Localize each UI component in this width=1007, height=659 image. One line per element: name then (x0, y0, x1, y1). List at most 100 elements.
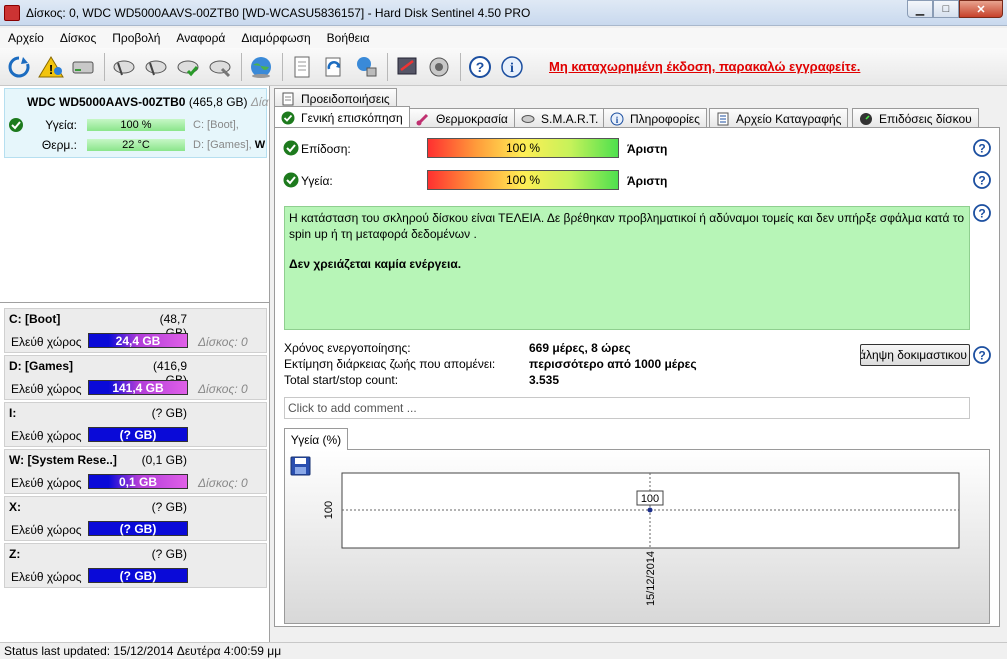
help-icon[interactable]: ? (973, 139, 991, 157)
volume-free-label: Ελεύθ χώρος (11, 382, 82, 396)
disk-temp-volume-extra: W (254, 139, 266, 151)
disk-health-volume: C: [Boot], (193, 119, 239, 131)
disk-tool-icon[interactable] (205, 52, 235, 82)
tab-temperature[interactable]: Θερμοκρασία (409, 108, 515, 128)
tab-warnings[interactable]: Προειδοποιήσεις (274, 88, 397, 108)
help-icon[interactable]: ? (973, 171, 991, 189)
volume-item[interactable]: I: (? GB) Ελεύθ χώρος (? GB) (4, 402, 267, 447)
settings-icon[interactable] (392, 52, 422, 82)
svg-text:?: ? (978, 207, 985, 221)
status-message-box: Η κατάσταση του σκληρού δίσκου είναι ΤΕΛ… (284, 206, 970, 330)
save-icon[interactable] (290, 456, 311, 476)
action-message: Δεν χρειάζεται καμία ενέργεια. (289, 257, 462, 271)
menu-view[interactable]: Προβολή (104, 31, 168, 45)
volume-free-bar: 24,4 GB (88, 333, 188, 348)
volume-name: D: [Games] (9, 359, 74, 373)
health-label: Υγεία: (301, 174, 333, 188)
disk-card[interactable]: WDC WD5000AAVS-00ZTB0 (465,8 GB) Δία Υγε… (4, 88, 268, 158)
menu-configuration[interactable]: Διαμόρφωση (233, 31, 318, 45)
volume-disk: Δίσκος: 0 (198, 382, 248, 396)
volume-item[interactable]: Z: (? GB) Ελεύθ χώρος (? GB) (4, 543, 267, 588)
health-chart-svg: 100 100 15/12/2014 (290, 456, 960, 606)
toolbar-separator (282, 52, 283, 81)
register-link[interactable]: Μη καταχωρημένη έκδοση, παρακαλώ εγγραφε… (549, 59, 860, 74)
power-on-row: Χρόνος ενεργοποίησης: 669 μέρες, 8 ώρες (284, 341, 631, 356)
svg-text:!: ! (49, 62, 53, 77)
tab-performance[interactable]: Επιδόσεις δίσκου (852, 108, 979, 128)
title-bar: Δίσκος: 0, WDC WD5000AAVS-00ZTB0 [WD-WCA… (0, 0, 1007, 26)
tab-overview[interactable]: Γενική επισκόπηση (274, 106, 410, 128)
menu-file[interactable]: Αρχείο (0, 31, 52, 45)
window-controls: ▁ □ ✕ (907, 0, 1003, 18)
tab-health-chart[interactable]: Υγεία (%) (284, 428, 348, 450)
lifetime-value: περισσότερο από 1000 μέρες (529, 357, 697, 371)
panel-divider (0, 302, 269, 303)
left-panel: WDC WD5000AAVS-00ZTB0 (465,8 GB) Δία Υγε… (0, 86, 270, 642)
data-label: 100 (641, 493, 659, 505)
volume-free-label: Ελεύθ χώρος (11, 476, 82, 490)
volume-name: Z: (9, 547, 21, 561)
maximize-button[interactable]: □ (933, 0, 959, 18)
minimize-button[interactable]: ▁ (907, 0, 933, 18)
disk-check-icon[interactable] (173, 52, 203, 82)
tab-smart-label: S.M.A.R.T. (541, 111, 599, 126)
help-icon[interactable]: ? (465, 52, 495, 82)
volume-free-bar: (? GB) (88, 427, 188, 442)
disk-health-row: Υγεία: 100 % C: [Boot], (5, 117, 239, 133)
menu-disk[interactable]: Δίσκος (52, 31, 104, 45)
power-on-label: Χρόνος ενεργοποίησης: (284, 341, 411, 355)
toolbar-separator (104, 52, 105, 81)
info-icon[interactable]: i (497, 52, 527, 82)
volume-item[interactable]: W: [System Rese..] (0,1 GB) Ελεύθ χώρος … (4, 449, 267, 494)
volume-size: (? GB) (151, 547, 187, 561)
help-icon[interactable]: ? (973, 204, 991, 222)
status-bar: Status last updated: 15/12/2014 Δευτέρα … (0, 642, 1007, 659)
menu-report[interactable]: Αναφορά (168, 31, 233, 45)
volume-disk: Δίσκος: 0 (198, 335, 248, 349)
comment-input[interactable]: Click to add comment ... (284, 397, 970, 419)
refresh-icon[interactable] (4, 52, 34, 82)
volume-item[interactable]: D: [Games] (416,9 GB) Ελεύθ χώρος 141,4 … (4, 355, 267, 400)
startstop-label: Total start/stop count: (284, 373, 399, 387)
hdd-icon[interactable] (68, 52, 98, 82)
sound-icon[interactable] (424, 52, 454, 82)
health-bar: 100 % (427, 170, 619, 190)
close-button[interactable]: ✕ (959, 0, 1003, 18)
alert-icon[interactable]: ! (36, 52, 66, 82)
volume-name: X: (9, 500, 21, 514)
tab-warnings-label: Προειδοποιήσεις (301, 91, 390, 106)
volume-item[interactable]: C: [Boot] (48,7 GB) Ελεύθ χώρος 24,4 GB … (4, 308, 267, 353)
tab-info[interactable]: i Πληροφορίες (603, 108, 707, 128)
lifetime-label: Εκτίμηση διάρκειας ζωής που απομένει: (284, 357, 496, 371)
status-message: Η κατάσταση του σκληρού δίσκου είναι ΤΕΛ… (289, 211, 964, 241)
disk-temp-label: Θερμ.: (41, 138, 77, 152)
disk-test-icon[interactable] (109, 52, 139, 82)
disk-title: WDC WD5000AAVS-00ZTB0 (465,8 GB) Δία (27, 95, 268, 109)
menu-help[interactable]: Βοήθεια (319, 31, 378, 45)
test-button[interactable]: άληψη δοκιμαστικου (860, 344, 970, 366)
volume-item[interactable]: X: (? GB) Ελεύθ χώρος (? GB) (4, 496, 267, 541)
svg-text:?: ? (476, 59, 485, 75)
gauge-icon (860, 112, 872, 125)
performance-rating: Άριστη (627, 142, 668, 156)
globe-icon[interactable] (246, 52, 276, 82)
window-title: Δίσκος: 0, WDC WD5000AAVS-00ZTB0 [WD-WCA… (26, 5, 531, 20)
volume-free-bar: (? GB) (88, 521, 188, 536)
volume-name: W: [System Rese..] (9, 453, 117, 467)
help-icon[interactable]: ? (973, 346, 991, 364)
disk-name: WDC WD5000AAVS-00ZTB0 (27, 95, 186, 109)
toolbar: ! ? i Μη καταχωρημένη έκδοση, παρακαλώ ε… (0, 48, 1007, 86)
startstop-value: 3.535 (529, 373, 560, 387)
volume-free-label: Ελεύθ χώρος (11, 570, 82, 584)
volume-name: I: (9, 406, 17, 420)
disk-surface-icon[interactable] (141, 52, 171, 82)
report-icon[interactable] (287, 52, 317, 82)
tab-smart[interactable]: S.M.A.R.T. (514, 108, 606, 128)
disk-extra: Δία (250, 95, 269, 109)
sync-icon[interactable] (319, 52, 349, 82)
volume-size: (0,1 GB) (141, 453, 187, 467)
health-rating: Άριστη (627, 174, 668, 188)
tab-log[interactable]: Αρχείο Καταγραφής (709, 108, 849, 128)
ok-check-icon (283, 140, 299, 156)
network-icon[interactable] (351, 52, 381, 82)
